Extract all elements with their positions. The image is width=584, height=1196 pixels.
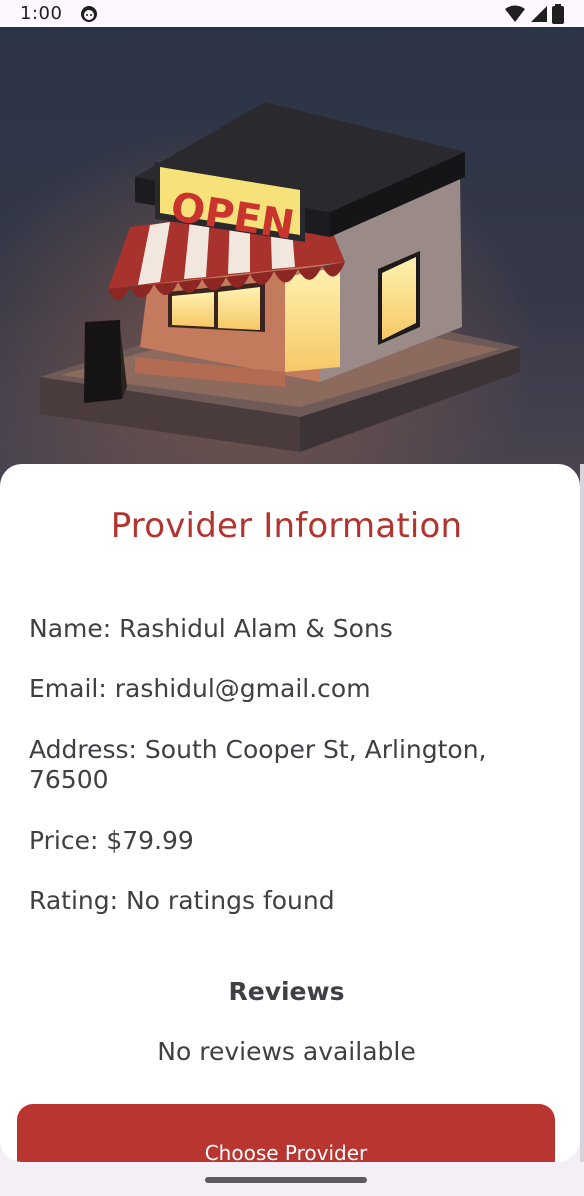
status-bar: 1:00 [0,0,584,27]
sheet-edge [580,464,584,1162]
choose-provider-button[interactable]: Choose Provider [17,1104,555,1162]
home-handle[interactable] [205,1177,367,1183]
navigation-bar [0,1162,584,1196]
provider-address: Address: South Cooper St, Arlington, 765… [29,735,539,795]
provider-info-sheet: Provider Information Name: Rashidul Alam… [0,464,580,1162]
reviews-heading: Reviews [228,977,345,1006]
provider-rating: Rating: No ratings found [29,886,335,915]
store-illustration: OPEN [0,27,584,487]
wifi-icon [504,5,526,23]
signal-icon [530,5,548,23]
provider-name: Name: Rashidul Alam & Sons [29,614,393,643]
face-icon [80,5,98,23]
provider-address-line2: 76500 [29,765,109,794]
status-time: 1:00 [20,3,63,24]
provider-email: Email: rashidul@gmail.com [29,674,371,703]
provider-price: Price: $79.99 [29,826,194,855]
page-title: Provider Information [110,506,463,546]
battery-icon [552,3,564,24]
provider-address-line1: Address: South Cooper St, Arlington, [29,735,487,764]
reviews-empty-text: No reviews available [157,1037,416,1066]
